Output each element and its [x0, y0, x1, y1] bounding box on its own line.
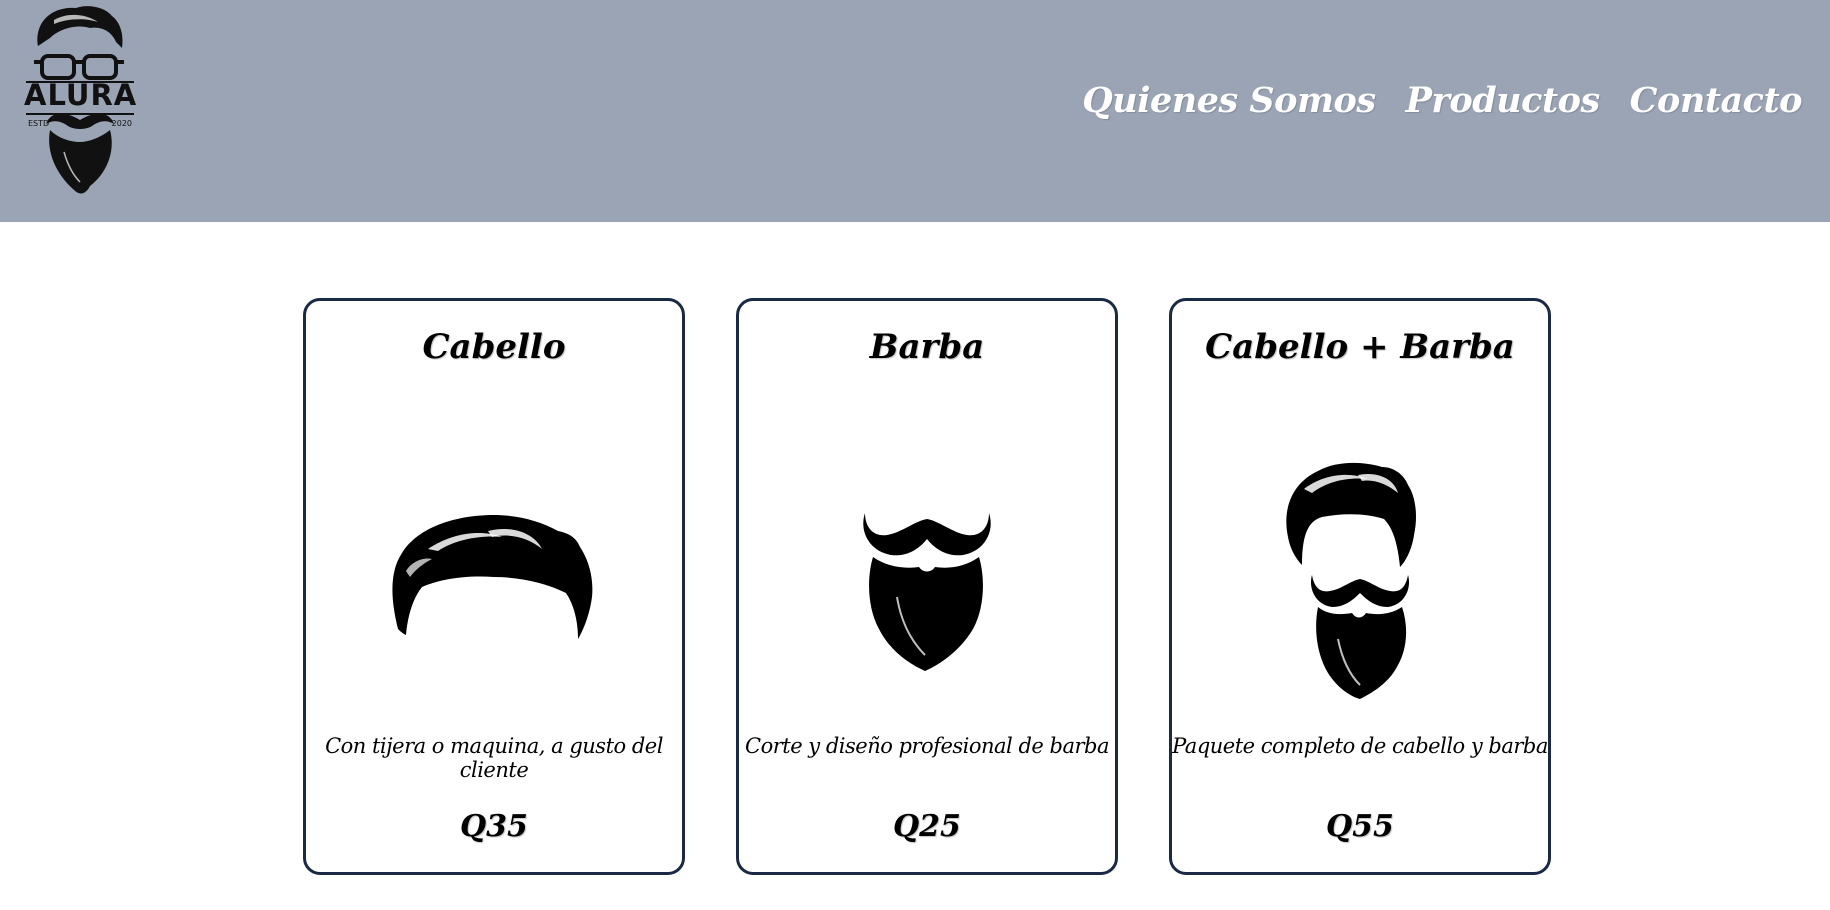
nav-link-productos[interactable]: Productos	[1406, 80, 1601, 121]
main-nav: Quienes Somos Productos Contacto	[1082, 80, 1802, 121]
beard-icon	[863, 513, 991, 671]
hair-icon	[392, 515, 593, 639]
logo-estd: ESTD	[28, 119, 50, 128]
product-card-cabello-barba: Cabello + Barba Paquete completo de cabe…	[1169, 298, 1551, 875]
logo-year: 2020	[111, 119, 132, 128]
product-price: Q55	[1326, 809, 1394, 844]
product-title: Cabello + Barba	[1205, 327, 1515, 367]
product-price: Q35	[460, 809, 528, 844]
nav-link-quienes-somos[interactable]: Quienes Somos	[1082, 80, 1376, 121]
product-description: Con tijera o maquina, a gusto del client…	[325, 734, 663, 782]
products-list: Cabello Con tijera o maquina, a gusto de…	[303, 298, 1551, 875]
logo-name: ALURA	[24, 78, 138, 112]
product-card-barba: Barba Corte y diseño profesional de barb…	[736, 298, 1118, 875]
product-price: Q25	[893, 809, 961, 844]
product-description: Corte y diseño profesional de barba	[745, 734, 1109, 758]
alura-logo[interactable]: ALURA ESTD 2020	[24, 2, 136, 198]
hair-and-beard-icon	[1286, 462, 1416, 699]
nav-link-contacto[interactable]: Contacto	[1630, 80, 1803, 121]
product-title: Barba	[869, 327, 985, 367]
product-description: Paquete completo de cabello y barba	[1172, 734, 1548, 758]
product-title: Cabello	[422, 327, 566, 367]
site-header: ALURA ESTD 2020 Quienes Somos Productos …	[0, 0, 1830, 222]
product-card-cabello: Cabello Con tijera o maquina, a gusto de…	[303, 298, 685, 875]
